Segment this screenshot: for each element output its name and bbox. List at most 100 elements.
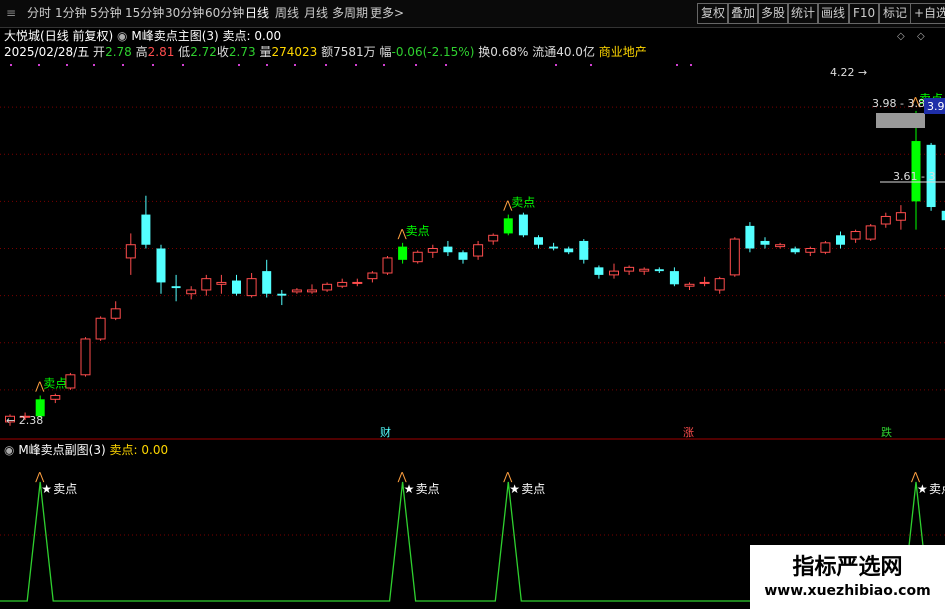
candle-body-31: [473, 244, 484, 257]
period-dot-13: [415, 64, 417, 66]
sub-sell-label-2: 卖点: [53, 482, 77, 496]
candle-body-17: [262, 271, 272, 294]
period-dot-1: [38, 64, 40, 66]
period-dot-18: [690, 64, 692, 66]
sub-star-icon-33: ★: [509, 482, 520, 496]
price-line-2: 3.61 - 3: [893, 170, 935, 183]
candle-body-56: [850, 231, 861, 240]
sub-sell-label-33: 卖点: [521, 482, 545, 496]
candle-body-19: [291, 289, 302, 293]
candle-body-29: [443, 246, 453, 253]
candle-body-57: [865, 225, 876, 240]
candle-body-38: [579, 240, 589, 260]
sub-settings-icon[interactable]: ◉: [4, 443, 14, 457]
marker-die[interactable]: 跌: [881, 424, 892, 440]
price-zone-box: [876, 113, 925, 128]
marker-zhang[interactable]: 涨: [683, 424, 694, 440]
candle-body-18: [277, 293, 287, 296]
candle-body-30: [458, 252, 468, 260]
candle-body-43: [654, 269, 664, 272]
candle-body-46: [699, 281, 710, 284]
sub-indicator-name[interactable]: M峰卖点副图(3): [18, 443, 105, 457]
candle-body-44: [669, 271, 679, 285]
candle-body-20: [307, 289, 317, 293]
candle-body-13: [201, 278, 212, 291]
candle-body-27: [412, 251, 423, 263]
period-dot-3: [93, 64, 95, 66]
candle-body-33: [503, 218, 513, 234]
period-dot-4: [122, 64, 124, 66]
candle-body-41: [624, 266, 635, 272]
period-dot-12: [383, 64, 385, 66]
candle-body-16: [246, 278, 257, 297]
candle-body-24: [367, 272, 378, 280]
candle-body-34: [518, 214, 528, 236]
sub-star-icon-2: ★: [41, 482, 52, 496]
candle-body-5: [80, 338, 91, 376]
candle-body-14: [216, 281, 227, 285]
sub-star-icon-60: ★: [917, 482, 928, 496]
period-dot-5: [152, 64, 154, 66]
candle-body-51: [775, 244, 786, 248]
candle-body-10: [156, 248, 166, 283]
candle-body-8: [125, 244, 136, 259]
period-dot-0: [10, 64, 12, 66]
candle-body-6: [95, 317, 106, 340]
candle-body-59: [895, 212, 906, 221]
candle-body-9: [141, 214, 151, 245]
period-dot-17: [676, 64, 678, 66]
period-dot-7: [238, 64, 240, 66]
sub-title: ◉ M峰卖点副图(3) 卖点: 0.00: [4, 442, 168, 458]
candle-body-15: [232, 280, 241, 294]
candle-body-28: [427, 248, 438, 253]
candle-body-22: [337, 281, 348, 287]
candle-body-21: [322, 283, 333, 291]
candle-body-55: [836, 235, 845, 245]
watermark-url: www.xuezhibiao.com: [764, 583, 931, 599]
watermark-cn: 指标严选网: [792, 555, 903, 580]
candle-body-26: [398, 246, 408, 260]
watermark: 指标严选网 www.xuezhibiao.com: [750, 545, 945, 609]
candle-body-52: [790, 248, 800, 253]
sell-label-2: 卖点: [43, 377, 67, 391]
candle-body-49: [745, 225, 755, 249]
chart-canvas[interactable]: ⋀卖点⋀卖点⋀卖点⋀卖点← 2.384.22 →3.98 - 3.893.61 …: [0, 0, 945, 609]
sub-star-icon-26: ★: [404, 482, 415, 496]
right-axis-value: 3.97: [927, 100, 945, 113]
period-dot-16: [590, 64, 592, 66]
sub-value-label: 卖点:: [109, 443, 138, 457]
candle-body-39: [594, 267, 604, 275]
period-dot-11: [355, 64, 357, 66]
candle-body-50: [760, 240, 770, 245]
price-line-1: 3.98 - 3.89: [872, 97, 932, 110]
sub-sell-label-60: 卖点: [929, 482, 945, 496]
low-price-label: ← 2.38: [6, 414, 43, 427]
candle-body-7: [110, 308, 121, 319]
marker-cai[interactable]: 财: [380, 424, 391, 440]
candle-body-37: [564, 248, 574, 253]
candle-body-23: [352, 281, 363, 284]
candle-body-36: [549, 246, 559, 249]
sub-sell-label-26: 卖点: [416, 482, 440, 496]
candle-body-11: [171, 286, 181, 289]
candle-body-54: [820, 242, 831, 253]
candle-body-4: [65, 374, 76, 389]
period-dot-14: [445, 64, 447, 66]
sub-value: 0.00: [141, 443, 169, 457]
sell-label-33: 卖点: [511, 196, 535, 210]
candle-body-58: [880, 215, 891, 225]
candle-body-48: [729, 238, 740, 276]
candle-body-42: [639, 268, 650, 272]
candle-body-53: [805, 248, 816, 253]
candle-body-32: [488, 234, 499, 242]
candle-body-47: [714, 278, 725, 291]
candle-body-25: [382, 257, 393, 274]
candle-body-3: [50, 395, 61, 400]
period-dot-2: [66, 64, 68, 66]
candle-body-45: [684, 283, 695, 287]
period-dot-10: [325, 64, 327, 66]
period-dot-8: [266, 64, 268, 66]
period-dot-15: [555, 64, 557, 66]
high-price-label: 4.22 →: [830, 66, 867, 79]
candle-body-40: [609, 270, 619, 276]
